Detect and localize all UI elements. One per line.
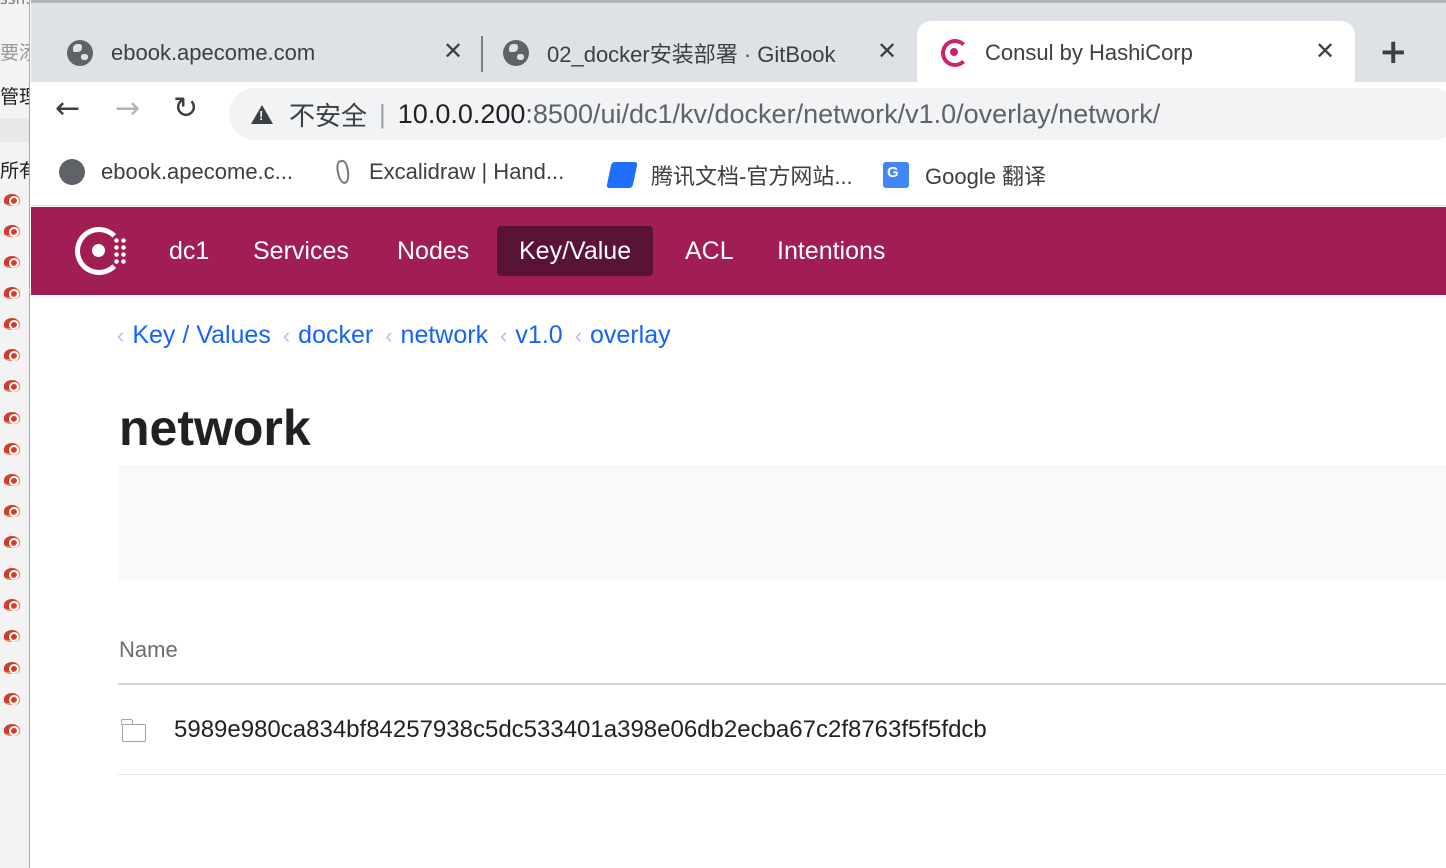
consul-favicon-icon [941, 39, 969, 67]
kv-key-name[interactable]: 5989e980ca834bf84257938c5dc533401a398e06… [174, 716, 987, 744]
globe-icon [67, 40, 93, 66]
tab-consul[interactable]: Consul by HashiCorp ✕ [917, 21, 1355, 85]
session-icon[interactable] [2, 472, 22, 488]
bookmark-label: 腾讯文档-官方网站... [651, 164, 853, 189]
breadcrumb-link[interactable]: Key / Values [132, 321, 271, 350]
reload-icon[interactable]: ↻ [173, 94, 198, 124]
forward-arrow-icon[interactable]: → [115, 94, 140, 124]
bookmark-label: Excalidraw | Hand... [369, 159, 565, 184]
address-bar[interactable]: 不安全 | 10.0.0.200:8500/ui/dc1/kv/docker/n… [229, 88, 1446, 140]
table-row[interactable]: 5989e980ca834bf84257938c5dc533401a398e06… [118, 685, 1446, 775]
chevron-left-icon: ‹ [117, 322, 125, 348]
session-icon[interactable] [2, 534, 22, 550]
chevron-left-icon: ‹ [574, 322, 583, 348]
background-app-strip: ssh://root@ 要添 管理 所有 [0, 0, 30, 868]
close-icon[interactable]: ✕ [877, 37, 897, 65]
breadcrumb-item[interactable]: ‹ network [385, 321, 488, 350]
back-arrow-icon[interactable]: ← [55, 94, 80, 124]
google-translate-icon [883, 162, 909, 188]
breadcrumb-link[interactable]: docker [298, 321, 373, 350]
bookmark-label: ebook.apecome.c... [101, 159, 294, 184]
close-icon[interactable]: ✕ [1315, 37, 1335, 65]
security-label[interactable]: 不安全 [289, 96, 367, 133]
breadcrumb-item[interactable]: ‹ Key / Values [117, 321, 271, 350]
session-icon[interactable] [2, 378, 22, 394]
session-icon[interactable] [2, 691, 22, 707]
session-icon[interactable] [2, 660, 22, 676]
nav-datacenter-dc1[interactable]: dc1 [147, 226, 231, 276]
session-icon[interactable] [2, 410, 22, 426]
background-text-fragment: 要添 [0, 42, 29, 64]
breadcrumb-item[interactable]: ‹ v1.0 [500, 321, 563, 350]
tab-ebook[interactable]: ebook.apecome.com ✕ [67, 21, 481, 85]
session-icon[interactable] [2, 254, 22, 270]
tab-strip: ebook.apecome.com ✕ 02_docker安装部署 · GitB… [31, 0, 1446, 85]
background-text-fragment: 所有 [0, 160, 29, 182]
consul-logo-dots [113, 237, 127, 265]
breadcrumb-item[interactable]: ‹ docker [283, 321, 373, 350]
browser-toolbar: ← → ↻ 不安全 | 10.0.0.200:8500/ui/dc1/kv/do… [31, 82, 1446, 145]
background-text-fragment: 管理 [0, 86, 29, 108]
filter-bar [118, 466, 1446, 580]
url-path[interactable]: :8500/ui/dc1/kv/docker/network/v1.0/over… [525, 99, 1160, 130]
breadcrumb-link[interactable]: overlay [590, 321, 671, 350]
session-icon[interactable] [2, 628, 22, 644]
background-band [0, 118, 29, 142]
new-tab-button[interactable]: + [1379, 35, 1408, 69]
bookmark-tencent-docs[interactable]: 腾讯文档-官方网站... [606, 159, 853, 191]
session-icon[interactable] [2, 722, 22, 738]
bookmark-google-translate[interactable]: Google 翻译 [883, 159, 1046, 191]
session-icon[interactable] [2, 192, 22, 208]
column-header-name: Name [119, 637, 178, 662]
browser-window: ebook.apecome.com ✕ 02_docker安装部署 · GitB… [31, 0, 1446, 868]
session-icon[interactable] [2, 347, 22, 363]
url-host[interactable]: 10.0.0.200 [398, 99, 526, 130]
tab-title: Consul by HashiCorp [985, 40, 1193, 65]
background-text-fragment: ssh://root@ [0, 0, 29, 8]
session-icon[interactable] [2, 285, 22, 301]
session-icon[interactable] [2, 503, 22, 519]
session-icon[interactable] [2, 223, 22, 239]
page-title: network [119, 400, 311, 456]
nav-acl[interactable]: ACL [663, 226, 756, 276]
nav-key-value[interactable]: Key/Value [497, 226, 654, 276]
tab-title: ebook.apecome.com [111, 40, 316, 65]
folder-icon [121, 718, 146, 742]
warning-icon[interactable] [251, 104, 273, 124]
session-icon[interactable] [2, 566, 22, 582]
nav-intentions[interactable]: Intentions [755, 226, 907, 276]
session-icon[interactable] [2, 597, 22, 613]
chevron-left-icon: ‹ [385, 322, 393, 348]
bookmark-label: Google 翻译 [925, 164, 1047, 189]
kv-page: ‹ Key / Values ‹ docker ‹ network ‹ v1.0… [31, 295, 1446, 868]
tencent-docs-icon [606, 162, 638, 188]
session-icon[interactable] [2, 316, 22, 332]
tab-separator [481, 36, 483, 72]
breadcrumb-link[interactable]: v1.0 [515, 321, 562, 350]
globe-icon [503, 40, 529, 66]
chevron-left-icon: ‹ [500, 322, 508, 348]
tab-title: 02_docker安装部署 · GitBook [547, 42, 836, 67]
omnibox-separator: | [379, 98, 386, 129]
bookmark-ebook[interactable]: ebook.apecome.c... [59, 159, 293, 185]
breadcrumb: ‹ Key / Values ‹ docker ‹ network ‹ v1.0… [117, 321, 683, 350]
consul-navbar: dc1 Services Nodes Key/Value ACL Intenti… [31, 207, 1446, 295]
excalidraw-icon [335, 159, 351, 185]
nav-services[interactable]: Services [231, 226, 371, 276]
nav-nodes[interactable]: Nodes [375, 226, 491, 276]
session-icon[interactable] [2, 441, 22, 457]
breadcrumb-link[interactable]: network [401, 321, 489, 350]
bookmark-excalidraw[interactable]: Excalidraw | Hand... [331, 159, 564, 185]
close-icon[interactable]: ✕ [443, 37, 463, 65]
globe-icon [59, 159, 85, 185]
breadcrumb-item[interactable]: ‹ overlay [575, 321, 671, 350]
tab-gitbook[interactable]: 02_docker安装部署 · GitBook ✕ [503, 21, 913, 85]
chevron-left-icon: ‹ [282, 322, 291, 348]
bookmarks-bar: ebook.apecome.c... Excalidraw | Hand... … [31, 145, 1446, 206]
